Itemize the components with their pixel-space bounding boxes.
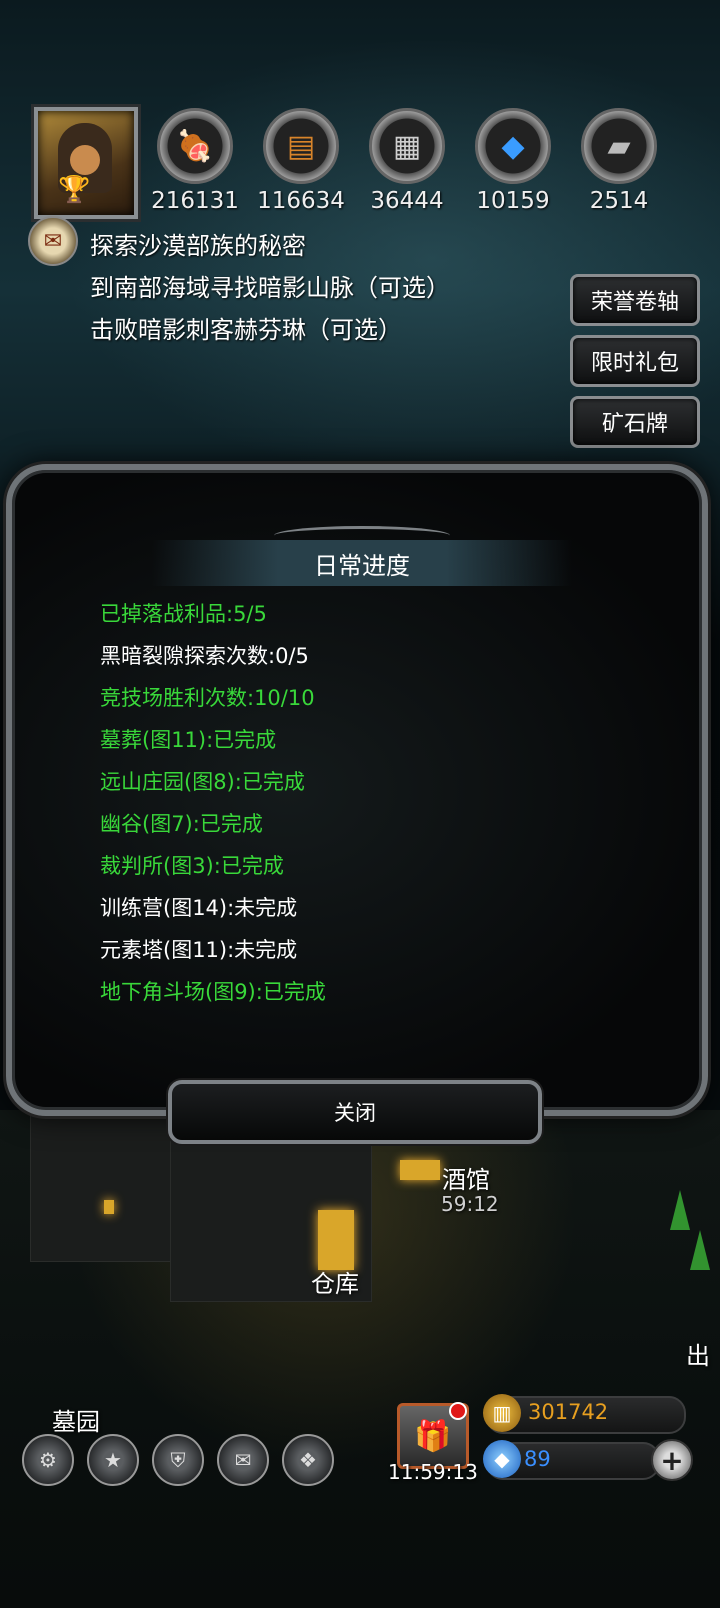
- resource-ingot[interactable]: ▰ 2514: [574, 108, 664, 214]
- quest-line-1[interactable]: 探索沙漠部族的秘密: [90, 226, 306, 261]
- progress-item: 裁判所(图3):已完成: [100, 854, 284, 878]
- resource-crystal[interactable]: ◆ 10159: [468, 108, 558, 214]
- resource-meat-value: 216131: [151, 188, 239, 214]
- gold-barrel-icon: ▥: [483, 1394, 521, 1432]
- resource-iron-value: 36444: [370, 188, 444, 214]
- gem-value: 89: [524, 1447, 551, 1471]
- progress-item: 训练营(图14):未完成: [100, 896, 298, 920]
- graveyard-label[interactable]: 墓园: [52, 1402, 100, 1437]
- progress-item: 地下角斗场(图9):已完成: [100, 980, 326, 1004]
- player-avatar[interactable]: 🏆: [34, 107, 138, 219]
- tavern-label[interactable]: 酒馆: [442, 1160, 490, 1195]
- add-gems-button[interactable]: +: [651, 1439, 693, 1481]
- door-light: [318, 1210, 354, 1270]
- honor-scroll-button[interactable]: 荣誉卷轴: [570, 274, 700, 326]
- tavern-timer: 59:12: [441, 1192, 499, 1216]
- resource-wood-value: 116634: [257, 188, 345, 214]
- face: [70, 145, 100, 175]
- green-crystal: [670, 1190, 690, 1230]
- progress-item: 已掉落战利品:5/5: [100, 602, 267, 626]
- limited-gift-button[interactable]: 限时礼包: [570, 335, 700, 387]
- dialog-title: 日常进度: [152, 540, 572, 586]
- progress-item: 黑暗裂隙探索次数:0/5: [100, 644, 309, 668]
- progress-item: 元素塔(图11):未完成: [100, 938, 298, 962]
- house-left: [30, 1110, 172, 1262]
- ore-card-button[interactable]: 矿石牌: [570, 396, 700, 448]
- gold-value: 301742: [528, 1400, 609, 1424]
- progress-item: 竞技场胜利次数:10/10: [100, 686, 315, 710]
- meat-icon: 🍖: [157, 108, 233, 184]
- scroll-icon[interactable]: ✉: [28, 216, 78, 266]
- gem-icon: ◆: [483, 1440, 521, 1478]
- settings-gear-icon[interactable]: ⚙: [22, 1434, 74, 1486]
- resource-iron[interactable]: ▦ 36444: [362, 108, 452, 214]
- mail-icon[interactable]: ✉: [217, 1434, 269, 1486]
- tavern-light: [400, 1160, 440, 1180]
- star-icon[interactable]: ★: [87, 1434, 139, 1486]
- window-light: [104, 1200, 114, 1214]
- wood-icon: ▤: [263, 108, 339, 184]
- iron-icon: ▦: [369, 108, 445, 184]
- shield-icon[interactable]: ⛨: [152, 1434, 204, 1486]
- resource-crystal-value: 10159: [476, 188, 550, 214]
- warehouse-label[interactable]: 仓库: [311, 1264, 359, 1299]
- progress-item: 远山庄园(图8):已完成: [100, 770, 305, 794]
- trophy-icon: 🏆: [58, 175, 91, 205]
- exit-label[interactable]: 出: [686, 1336, 710, 1371]
- quest-line-3[interactable]: 击败暗影刺客赫芬琳（可选）: [90, 310, 402, 345]
- green-crystal: [690, 1230, 710, 1270]
- quest-line-2[interactable]: 到南部海域寻找暗影山脉（可选）: [90, 268, 450, 303]
- map-icon[interactable]: ❖: [282, 1434, 334, 1486]
- ingot-icon: ▰: [581, 108, 657, 184]
- crystal-icon: ◆: [475, 108, 551, 184]
- gift-timer: 11:59:13: [388, 1460, 478, 1484]
- resource-meat[interactable]: 🍖 216131: [150, 108, 240, 214]
- resource-wood[interactable]: ▤ 116634: [256, 108, 346, 214]
- town-scene: [0, 1110, 720, 1608]
- resource-ingot-value: 2514: [589, 188, 649, 214]
- progress-item: 墓葬(图11):已完成: [100, 728, 277, 752]
- close-button[interactable]: 关闭: [168, 1080, 542, 1144]
- notification-dot: [449, 1402, 467, 1420]
- progress-item: 幽谷(图7):已完成: [100, 812, 263, 836]
